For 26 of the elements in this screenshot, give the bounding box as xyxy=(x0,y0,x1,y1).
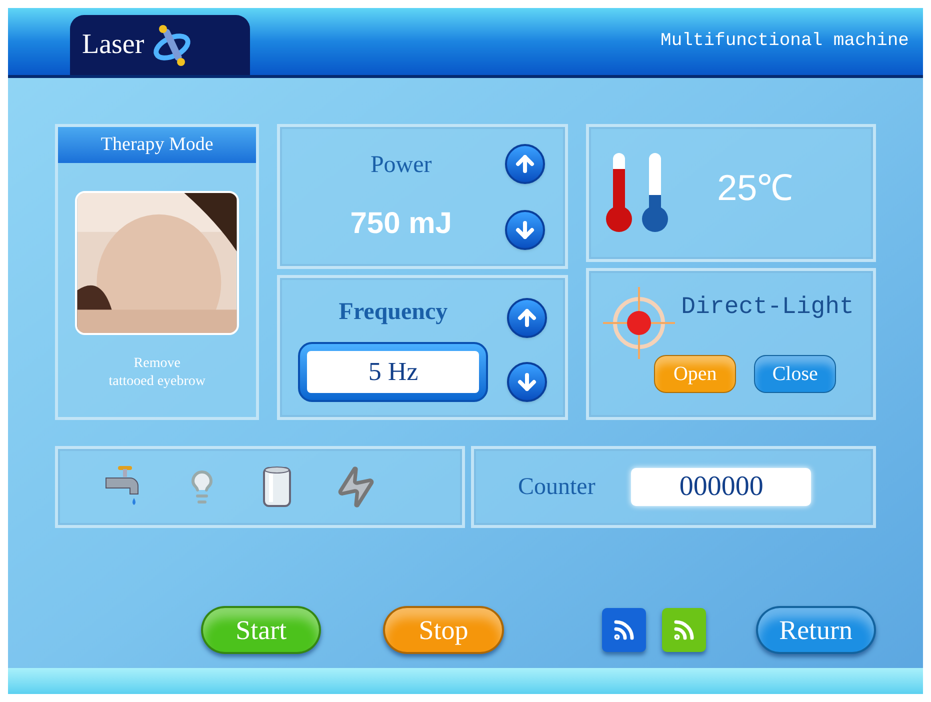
return-button[interactable]: Return xyxy=(756,606,876,654)
direct-light-label: Direct-Light xyxy=(681,293,854,323)
logo-text: Laser xyxy=(82,28,144,62)
rss-icon xyxy=(672,618,696,642)
arrow-down-button[interactable] xyxy=(507,362,548,402)
counter-label: Counter xyxy=(518,473,596,502)
arrow-down-button[interactable] xyxy=(505,210,546,250)
arrow-up-button[interactable] xyxy=(505,144,546,184)
arrow-up-button[interactable] xyxy=(507,298,548,338)
frequency-label: Frequency xyxy=(338,298,448,326)
cylinder-icon xyxy=(262,464,292,510)
frequency-field[interactable]: 5 Hz xyxy=(298,342,488,402)
atom-icon xyxy=(152,23,192,67)
light-toggle-button[interactable]: Close xyxy=(754,355,836,393)
action-button[interactable]: Stop xyxy=(383,606,504,654)
light-toggle-button[interactable]: Open xyxy=(654,355,736,393)
temperature-value: 25℃ xyxy=(717,166,794,210)
action-button[interactable]: Start xyxy=(201,606,322,654)
power-value: 750 mJ xyxy=(350,206,452,242)
therapy-caption: Remove tattooed eyebrow xyxy=(108,355,206,391)
therapy-mode-title: Therapy Mode xyxy=(58,127,256,163)
header-title: Multifunctional machine xyxy=(660,30,909,53)
feed-icon[interactable] xyxy=(602,608,646,652)
counter-field: 000000 xyxy=(631,468,812,506)
power-label: Power xyxy=(370,151,432,180)
rss-icon xyxy=(612,618,636,642)
